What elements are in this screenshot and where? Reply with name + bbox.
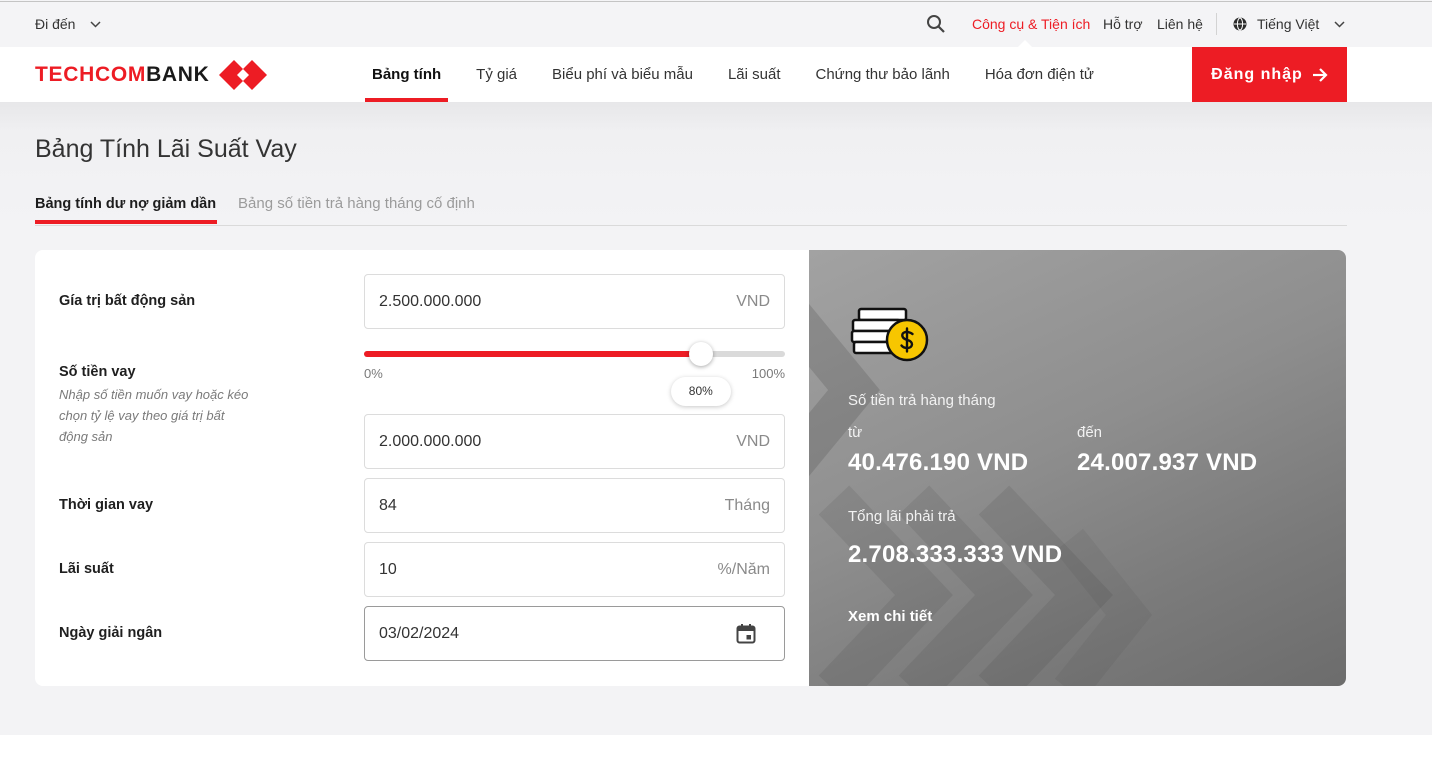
nav-item-interest-rate[interactable]: Lãi suất bbox=[721, 47, 788, 102]
divider bbox=[1216, 13, 1217, 35]
login-label: Đăng nhập bbox=[1211, 65, 1303, 83]
to-label: đến bbox=[1077, 424, 1103, 441]
search-icon[interactable] bbox=[926, 14, 945, 33]
contact-link[interactable]: Liên hệ bbox=[1157, 15, 1203, 33]
active-pointer bbox=[1018, 40, 1032, 47]
interest-rate-field: %/Năm bbox=[364, 542, 785, 597]
utility-bar: Đi đến Công cụ & Tiện ích Hỗ trợ Liên hệ… bbox=[0, 0, 1432, 47]
logo-text-dark: BANK bbox=[146, 62, 210, 86]
monthly-payment-from-value: 40.476.190 VND bbox=[848, 449, 1029, 476]
slider-max-label: 100% bbox=[751, 366, 785, 381]
tab-fixed-monthly-payment[interactable]: Bảng số tiền trả hàng tháng cố định bbox=[238, 194, 475, 214]
top-border-line bbox=[0, 1, 1432, 2]
tab-decreasing-balance[interactable]: Bảng tính dư nợ giảm dần bbox=[35, 194, 216, 214]
hint-line: chọn tỷ lệ vay theo giá trị bất bbox=[59, 408, 225, 423]
property-value-label: Gía trị bất động sản bbox=[59, 293, 196, 309]
monthly-payment-to-value: 24.007.937 VND bbox=[1077, 449, 1258, 476]
logo-text-red: TECHCOM bbox=[35, 62, 147, 86]
interest-rate-input[interactable] bbox=[364, 542, 785, 597]
disbursement-date-label: Ngày giải ngân bbox=[59, 625, 163, 641]
main-navbar: TECHCOM BANK Bảng tính Tỷ giá Biểu phí và… bbox=[0, 47, 1432, 102]
money-coin-icon bbox=[850, 307, 929, 362]
nav-item-fees-forms[interactable]: Biểu phí và biểu mẫu bbox=[545, 47, 700, 102]
brand-diamond-icon bbox=[218, 59, 267, 90]
active-tab-indicator bbox=[35, 220, 217, 224]
loan-amount-label: Số tiền vay bbox=[59, 364, 136, 380]
hint-line: Nhập số tiền muốn vay hoặc kéo bbox=[59, 387, 249, 402]
loan-ratio-slider[interactable]: 80% bbox=[364, 342, 785, 406]
disbursement-date-field bbox=[364, 606, 785, 661]
login-button[interactable]: Đăng nhập bbox=[1192, 47, 1347, 102]
total-interest-value: 2.708.333.333 VND bbox=[848, 541, 1063, 568]
loan-amount-field: VND bbox=[364, 414, 785, 469]
view-details-link[interactable]: Xem chi tiết bbox=[848, 607, 932, 627]
tools-link[interactable]: Công cụ & Tiện ích bbox=[972, 15, 1090, 33]
hint-line: động sản bbox=[59, 429, 113, 444]
goto-label: Đi đến bbox=[35, 16, 76, 32]
slider-scale: 0% 100% bbox=[364, 366, 785, 382]
loan-amount-input[interactable] bbox=[364, 414, 785, 469]
chevron-down-icon bbox=[1334, 20, 1345, 28]
techcombank-logo[interactable]: TECHCOM BANK bbox=[35, 47, 267, 102]
page-title: Bảng Tính Lãi Suất Vay bbox=[35, 135, 297, 163]
disbursement-date-input[interactable] bbox=[364, 606, 785, 661]
calendar-icon[interactable] bbox=[736, 623, 756, 644]
globe-icon bbox=[1233, 17, 1247, 31]
main-content: Bảng Tính Lãi Suất Vay Bảng tính dư nợ g… bbox=[0, 102, 1432, 735]
slider-fill bbox=[364, 351, 701, 357]
slider-thumb[interactable] bbox=[688, 342, 713, 366]
loan-term-input[interactable] bbox=[364, 478, 785, 533]
monthly-payment-label: Số tiền trả hàng tháng bbox=[848, 392, 996, 409]
nav-item-e-invoice[interactable]: Hóa đơn điện tử bbox=[978, 47, 1101, 102]
result-panel: Số tiền trả hàng tháng từ đến 40.476.190… bbox=[809, 250, 1346, 686]
nav-item-calculator[interactable]: Bảng tính bbox=[365, 47, 448, 102]
loan-term-label: Thời gian vay bbox=[59, 497, 154, 513]
loan-form-card: Gía trị bất động sản VND Số tiền vay Nhậ… bbox=[35, 250, 809, 686]
interest-rate-label: Lãi suất bbox=[59, 561, 114, 577]
chevron-down-icon bbox=[90, 20, 101, 28]
support-link[interactable]: Hỗ trợ bbox=[1103, 15, 1143, 33]
arrow-right-icon bbox=[1312, 67, 1328, 82]
slider-min-label: 0% bbox=[364, 366, 383, 381]
loan-term-field: Tháng bbox=[364, 478, 785, 533]
tabs-divider bbox=[35, 225, 1347, 226]
language-selector[interactable]: Tiếng Việt bbox=[1233, 15, 1345, 33]
language-label: Tiếng Việt bbox=[1257, 16, 1320, 32]
from-label: từ bbox=[848, 424, 863, 441]
main-menu: Bảng tính Tỷ giá Biểu phí và biểu mẫu Lã… bbox=[365, 47, 1122, 102]
nav-item-exchange-rate[interactable]: Tỷ giá bbox=[469, 47, 524, 102]
property-value-field: VND bbox=[364, 274, 785, 329]
total-interest-label: Tổng lãi phải trả bbox=[848, 508, 956, 525]
goto-dropdown[interactable]: Đi đến bbox=[35, 15, 101, 33]
nav-item-guarantee[interactable]: Chứng thư bảo lãnh bbox=[809, 47, 957, 102]
loan-amount-hint: Nhập số tiền muốn vay hoặc kéo chọn tỷ l… bbox=[59, 384, 248, 447]
property-value-input[interactable] bbox=[364, 274, 785, 329]
